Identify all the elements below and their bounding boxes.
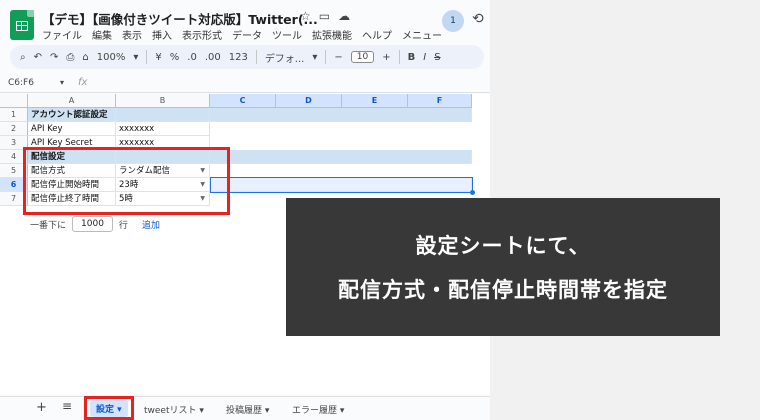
row-header-2[interactable]: 2: [0, 122, 28, 136]
sheet-tab-bar: + ≡ 設定 ▾ tweetリスト ▾ 投稿履歴 ▾ エラー履歴 ▾: [0, 396, 490, 420]
sheet-tab-tweet-list[interactable]: tweetリスト ▾: [144, 403, 204, 416]
account-avatar[interactable]: 1: [442, 10, 464, 32]
sheets-logo-icon[interactable]: [10, 10, 34, 40]
star-icon[interactable]: ☆: [300, 9, 311, 23]
add-rows-unit: 行: [118, 220, 128, 231]
callout-line-2: 配信方式・配信停止時間帯を指定: [338, 278, 668, 302]
menu-extensions[interactable]: 拡張機能: [312, 27, 352, 42]
menu-format[interactable]: 表示形式: [182, 27, 222, 42]
cell-c4-f4[interactable]: [210, 150, 472, 164]
chevron-down-icon[interactable]: ▾: [60, 78, 64, 87]
toolbar-divider: [398, 50, 400, 64]
add-sheet-icon[interactable]: +: [36, 400, 47, 415]
move-folder-icon[interactable]: ▭: [319, 9, 330, 23]
menu-file[interactable]: ファイル: [42, 27, 82, 42]
row-header-1[interactable]: 1: [0, 108, 28, 122]
column-header-e[interactable]: E: [342, 94, 408, 108]
menu-data[interactable]: データ: [232, 27, 262, 42]
toolbar-divider: [325, 50, 327, 64]
add-rows-prefix: 一番下に: [30, 220, 67, 231]
menu-insert[interactable]: 挿入: [152, 27, 172, 42]
menu-view[interactable]: 表示: [122, 27, 142, 42]
font-size-decrease-button[interactable]: −: [334, 52, 342, 63]
highlight-box-settings-tab: [84, 396, 134, 420]
font-size-input[interactable]: 10: [350, 51, 375, 63]
all-sheets-icon[interactable]: ≡: [62, 399, 72, 413]
number-format-button[interactable]: 123: [229, 52, 248, 63]
add-rows-button[interactable]: 追加: [142, 218, 160, 231]
highlight-box-settings: [23, 147, 230, 215]
fx-icon: fx: [78, 77, 88, 88]
percent-format-button[interactable]: %: [170, 52, 180, 63]
fill-handle[interactable]: [470, 190, 475, 195]
search-menus-icon[interactable]: ⌕: [20, 52, 26, 63]
cell-a1[interactable]: アカウント認証設定: [28, 108, 116, 122]
add-rows-count-input[interactable]: 1000: [72, 216, 113, 232]
chevron-down-icon[interactable]: ▾: [133, 52, 138, 63]
sheet-tab-label: 投稿履歴: [226, 406, 263, 416]
column-header-f[interactable]: F: [408, 94, 472, 108]
chevron-down-icon[interactable]: ▾: [312, 52, 317, 63]
menu-help[interactable]: ヘルプ: [362, 27, 392, 42]
font-size-increase-button[interactable]: +: [382, 52, 390, 63]
menu-tools[interactable]: ツール: [272, 27, 302, 42]
sheet-tab-post-history[interactable]: 投稿履歴 ▾: [226, 403, 269, 416]
column-header-a[interactable]: A: [28, 94, 116, 108]
print-icon[interactable]: ⎙: [66, 52, 74, 63]
document-title[interactable]: 【デモ】【画像付きツイート対応版】Twitter(...: [42, 9, 318, 28]
toolbar: ⌕ ↶ ↷ ⎙ ⌂ 100% ▾ ¥ % .0 .00 123 デフォ... ▾…: [10, 45, 484, 69]
zoom-select[interactable]: 100%: [97, 52, 126, 63]
cell-a2[interactable]: API Key: [28, 122, 116, 136]
cell-c1-f1[interactable]: [210, 108, 472, 122]
paint-format-icon[interactable]: ⌂: [82, 52, 88, 63]
redo-icon[interactable]: ↷: [50, 52, 58, 63]
add-rows-control: 一番下に 1000 行 追加: [30, 216, 160, 232]
sheet-tab-label: エラー履歴: [292, 406, 338, 416]
column-header-b[interactable]: B: [116, 94, 210, 108]
name-box[interactable]: C6:F6: [8, 78, 34, 88]
cloud-status-icon[interactable]: ☁: [338, 9, 350, 23]
italic-button[interactable]: I: [423, 52, 426, 63]
history-icon[interactable]: ⟲: [472, 11, 484, 27]
strikethrough-button[interactable]: S: [434, 52, 440, 63]
decrease-decimal-button[interactable]: .0: [187, 52, 197, 63]
currency-format-button[interactable]: ¥: [155, 52, 161, 63]
sheet-tab-error-history[interactable]: エラー履歴 ▾: [292, 403, 344, 416]
callout-line-1: 設定シートにて、: [415, 234, 591, 258]
column-header-d[interactable]: D: [276, 94, 342, 108]
select-all-corner[interactable]: [0, 94, 28, 108]
formula-bar: C6:F6 ▾ fx: [0, 75, 490, 93]
annotation-callout: 設定シートにて、 配信方式・配信停止時間帯を指定: [286, 198, 720, 336]
increase-decimal-button[interactable]: .00: [205, 52, 221, 63]
toolbar-divider: [255, 50, 257, 64]
font-family-select[interactable]: デフォ...: [265, 50, 305, 65]
bold-button[interactable]: B: [408, 52, 416, 63]
sheet-tab-label: tweetリスト: [144, 406, 197, 416]
menu-bar: ファイル 編集 表示 挿入 表示形式 データ ツール 拡張機能 ヘルプ メニュー: [42, 27, 442, 42]
cell-b2[interactable]: xxxxxxx: [116, 122, 210, 136]
menu-edit[interactable]: 編集: [92, 27, 112, 42]
toolbar-divider: [146, 50, 148, 64]
cell-b1[interactable]: [116, 108, 210, 122]
undo-icon[interactable]: ↶: [34, 52, 42, 63]
selection-range: [210, 177, 473, 193]
menu-custom[interactable]: メニュー: [402, 27, 442, 42]
column-header-c[interactable]: C: [210, 94, 276, 108]
